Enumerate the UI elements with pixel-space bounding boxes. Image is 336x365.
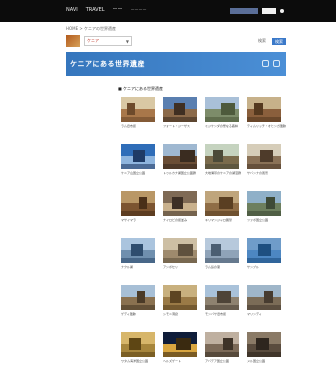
palace-photo[interactable] — [205, 144, 239, 169]
night-tower-photo[interactable] — [163, 332, 197, 357]
tile-caption[interactable]: ナイロビの街並み — [163, 218, 203, 222]
tile-caption[interactable]: ティムリッチ・オヒンガ遺跡 — [247, 124, 287, 128]
canal-photo[interactable] — [205, 285, 239, 310]
tile-caption[interactable]: ラム島の港 — [205, 265, 245, 269]
tile-caption[interactable]: ラム旧市街 — [121, 124, 161, 128]
tile-caption[interactable]: キリマンジャロ展望 — [205, 218, 245, 222]
tile-caption[interactable]: サンブル — [247, 265, 287, 269]
dome-photo[interactable] — [163, 238, 197, 263]
statue-photo[interactable] — [121, 144, 155, 169]
country-flag-icon — [66, 35, 80, 47]
search-label: 検索 — [258, 38, 266, 43]
castle-photo[interactable] — [247, 144, 281, 169]
tile-caption[interactable]: ワタム海洋国立公園 — [121, 359, 161, 363]
tile-caption[interactable]: トゥルカナ湖国立公園群 — [163, 171, 203, 175]
lake-photo[interactable] — [247, 238, 281, 263]
top-navigation-bar: NAVI TRAVEL ーー ーーーー — [0, 0, 336, 22]
stadium-photo[interactable] — [205, 238, 239, 263]
share-icon[interactable] — [262, 60, 269, 67]
tile-caption[interactable]: マリンディ — [247, 312, 287, 316]
harbor-photo[interactable] — [163, 144, 197, 169]
chevron-down-icon: ▼ — [125, 38, 129, 44]
valley-photo[interactable] — [247, 191, 281, 216]
country-select[interactable]: ケニア ▼ — [84, 36, 132, 46]
tile-caption[interactable]: メル国立公園 — [247, 359, 287, 363]
hero-banner: ケニアにある世界遺産 — [66, 52, 286, 76]
tile-caption[interactable]: ケニア山国立公園 — [121, 171, 161, 175]
menu-icon[interactable] — [280, 9, 284, 13]
riverside-photo[interactable] — [247, 285, 281, 310]
ruins-photo[interactable] — [247, 97, 281, 122]
nav-subtext: ーーーー — [130, 7, 147, 12]
tile-caption[interactable]: サバンナの風景 — [247, 171, 287, 175]
tile-caption[interactable]: アンボセリ — [163, 265, 203, 269]
top-right-controls — [230, 8, 284, 14]
tile-caption[interactable]: ミジケンダの聖なる森林 — [205, 124, 245, 128]
cathedral-photo[interactable] — [163, 191, 197, 216]
mountain-photo[interactable] — [205, 97, 239, 122]
nav-item[interactable]: ーー — [113, 7, 123, 13]
tile-caption[interactable]: シモニ洞窟 — [163, 312, 203, 316]
country-select-value: ケニア — [87, 38, 99, 43]
bookmark-icon[interactable] — [273, 60, 280, 67]
breadcrumb[interactable]: HOME > ケニアの世界遺産 — [66, 26, 116, 32]
tile-caption[interactable]: モンバサ旧市街 — [205, 312, 245, 316]
waterfront-photo[interactable] — [121, 238, 155, 263]
tile-caption[interactable]: マサイマラ — [121, 218, 161, 222]
nav-item[interactable]: TRAVEL — [86, 7, 105, 13]
fort-photo[interactable] — [163, 97, 197, 122]
tile-caption[interactable]: ヘルズゲート — [163, 359, 203, 363]
tile-caption[interactable]: 大地溝帯のケニアの湖沼群 — [205, 171, 245, 175]
desert-city-photo[interactable] — [121, 97, 155, 122]
account-button[interactable] — [230, 8, 258, 14]
search-button[interactable]: 検索 — [272, 37, 286, 45]
statues-photo[interactable] — [205, 332, 239, 357]
tile-caption[interactable]: ナクル湖 — [121, 265, 161, 269]
country-select-row: ケニア ▼ 検索 検索 — [66, 34, 286, 48]
tile-caption[interactable]: フォート・ジーザス — [163, 124, 203, 128]
nav-item[interactable]: NAVI — [66, 7, 78, 13]
login-button[interactable] — [262, 8, 276, 14]
tile-caption[interactable]: ゲディ遺跡 — [121, 312, 161, 316]
tile-caption[interactable]: ツァボ国立公園 — [247, 218, 287, 222]
main-nav: NAVI TRAVEL ーー ーーーー — [66, 7, 147, 13]
church-photo[interactable] — [247, 332, 281, 357]
cliff-photo[interactable] — [205, 191, 239, 216]
page-title: ケニアにある世界遺産 — [70, 60, 145, 68]
monument-photo[interactable] — [121, 332, 155, 357]
temple-photo[interactable] — [121, 191, 155, 216]
pyramid-photo[interactable] — [163, 285, 197, 310]
section-title: ■ ケニアにある世界遺産 — [118, 86, 164, 91]
tile-caption[interactable]: アバデア国立公園 — [205, 359, 245, 363]
village-photo[interactable] — [121, 285, 155, 310]
